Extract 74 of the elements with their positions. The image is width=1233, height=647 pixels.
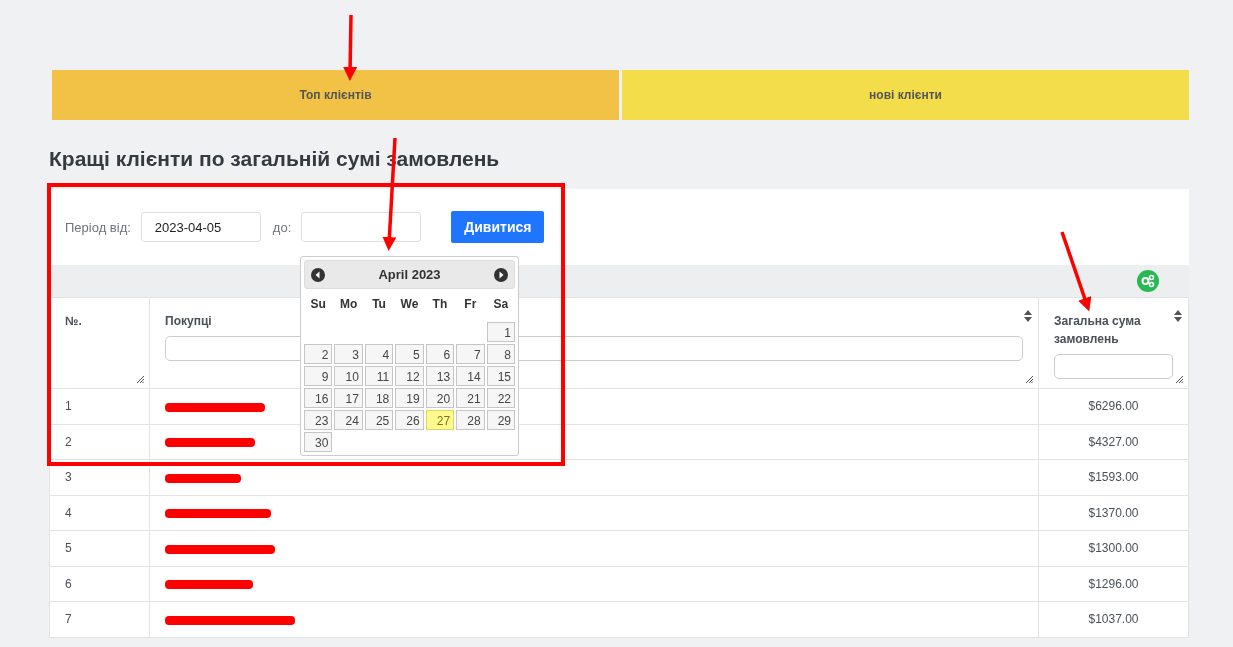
calendar-day[interactable]: 28 [456,410,485,430]
calendar-day[interactable]: 16 [304,388,333,408]
month-title: April 2023 [378,267,441,282]
calendar-day[interactable]: 29 [486,410,515,430]
calendar-day[interactable]: 5 [395,344,424,364]
settings-icon[interactable] [1137,270,1159,292]
calendar-day[interactable]: 7 [456,344,485,364]
calendar-day[interactable]: 9 [304,366,333,386]
table-cell: $6296.00 [1038,388,1189,424]
view-button[interactable]: Дивитися [451,211,545,243]
column-title: Загальна сума замовлень [1054,313,1142,348]
weekday-label: Sa [492,296,510,313]
date-from-field[interactable]: 2023-04-05 [140,212,261,242]
resize-grip-icon[interactable] [1176,376,1183,383]
calendar-day[interactable]: 2 [304,344,333,364]
calendar-day[interactable]: 15 [486,366,515,386]
table-cell: 6 [49,566,150,602]
calendar-day[interactable]: 17 [334,388,363,408]
calendar-day[interactable]: 25 [364,410,394,430]
table-cell: $1300.00 [1038,530,1189,566]
table-cell: $1037.00 [1038,601,1189,637]
table-cell: $1593.00 [1038,459,1189,495]
column-filter-field[interactable] [1054,354,1173,379]
previous-month-icon[interactable] [311,267,325,282]
table-cell: $1296.00 [1038,566,1189,602]
calendar-day[interactable]: 3 [334,344,363,364]
weekday-label: Tu [371,296,387,313]
column-title: №. [65,313,83,330]
calendar-day[interactable]: 24 [334,410,363,430]
calendar-day[interactable]: 18 [364,388,394,408]
table-cell: $4327.00 [1038,424,1189,460]
calendar-day[interactable]: 20 [425,388,455,408]
calendar-day[interactable]: 8 [486,344,515,364]
calendar-day[interactable]: 26 [395,410,424,430]
period-to-label: до: [272,219,292,235]
resize-grip-icon[interactable] [137,376,144,383]
period-from-label: Період від: [65,219,131,235]
tab[interactable]: Топ клієнтів [52,70,619,120]
calendar-day[interactable]: 1 [486,322,515,342]
table-cell: 2 [49,424,150,460]
table-cell: 5 [49,530,150,566]
table-cell: $1370.00 [1038,495,1189,531]
calendar-day[interactable]: 21 [456,388,485,408]
calendar-day[interactable]: 4 [364,344,394,364]
calendar-day[interactable]: 30 [304,432,333,452]
table-cell: 7 [49,601,150,637]
table-cell: 4 [49,495,150,531]
calendar-day[interactable]: 14 [456,366,485,386]
annotation-arrow [343,14,358,81]
calendar-day[interactable]: 13 [425,366,455,386]
weekday-label: Th [431,296,449,313]
column-title: Покупці [165,313,213,330]
column-header[interactable]: №. [49,297,150,389]
calendar-day[interactable]: 11 [364,366,394,386]
weekday-label: Fr [463,296,478,313]
column-header[interactable]: Загальна сума замовлень [1038,297,1189,389]
calendar-day[interactable]: 23 [304,410,333,430]
sort-icon[interactable] [1024,310,1032,322]
calendar-day[interactable]: 27 [425,410,455,430]
calendar-day[interactable]: 10 [334,366,363,386]
calendar-day[interactable]: 6 [425,344,455,364]
resize-grip-icon[interactable] [1026,376,1033,383]
table-cell: 3 [49,459,150,495]
weekday-label: Su [309,296,327,313]
calendar-day[interactable]: 22 [486,388,515,408]
tab[interactable]: нові клієнти [622,70,1189,120]
next-month-icon[interactable] [494,267,508,282]
weekday-label: We [399,296,420,313]
weekday-label: Mo [338,296,359,313]
calendar-day[interactable]: 19 [395,388,424,408]
table-cell: 1 [49,388,150,424]
sort-icon[interactable] [1174,310,1182,322]
calendar-day[interactable]: 12 [395,366,424,386]
date-to-field[interactable] [301,212,422,242]
